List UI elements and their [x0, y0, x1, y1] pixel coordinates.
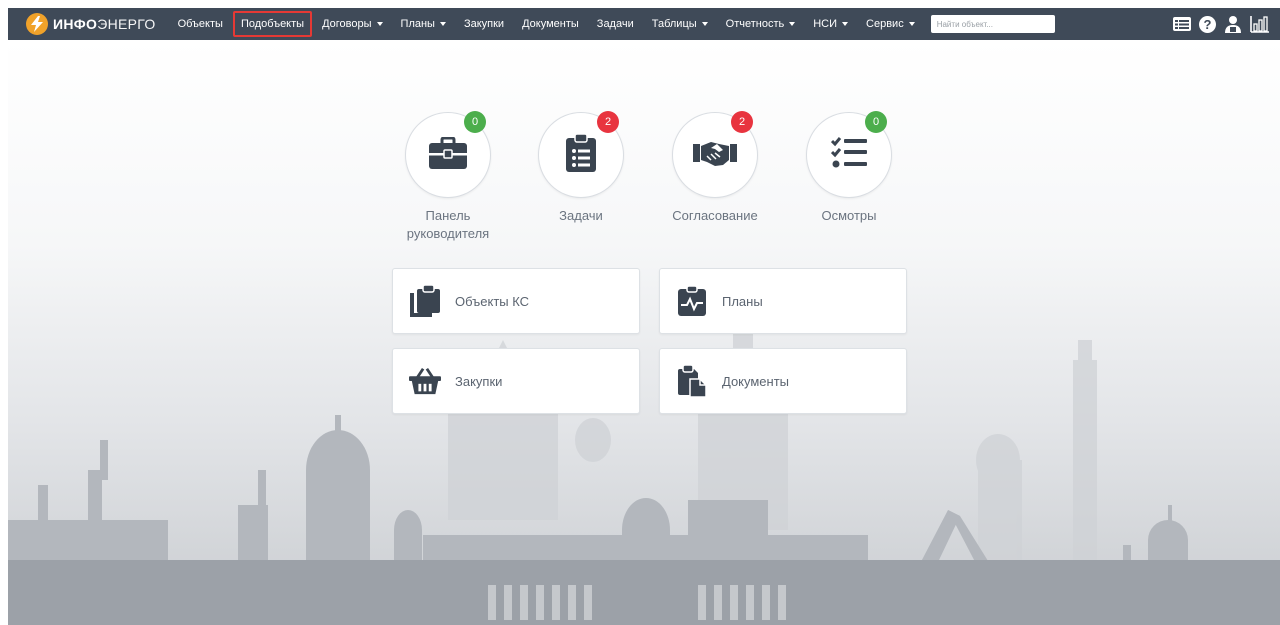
notification-badge: 0: [464, 111, 486, 133]
nav-contracts-label: Договоры: [322, 18, 372, 30]
caret-down-icon: [376, 22, 383, 26]
quick-link-manager-panel[interactable]: 0 Панель руководителя: [393, 111, 503, 243]
tile-label: Планы: [722, 293, 763, 309]
tile-documents[interactable]: Документы: [659, 348, 907, 414]
logo-text-bold: ИНФО: [53, 16, 98, 32]
quick-link-circle: 2: [672, 111, 758, 198]
nav-plans[interactable]: Планы: [393, 11, 454, 37]
tile-purchases[interactable]: Закупки: [392, 348, 640, 414]
nav-tables-label: Таблицы: [651, 18, 697, 30]
quick-link-inspections[interactable]: 0 Осмотры: [794, 111, 904, 225]
nav-tasks-label: Задачи: [596, 18, 634, 30]
tile-label: Документы: [722, 373, 790, 389]
nav-service-label: Сервис: [866, 18, 904, 30]
nav-reports-label: Отчетность: [725, 18, 785, 30]
quick-link-label: Панель руководителя: [406, 208, 490, 241]
nav-purchases-label: Закупки: [463, 18, 505, 30]
briefcase-icon: [429, 136, 467, 174]
checklist-icon: [830, 136, 867, 175]
nav-plans-label: Планы: [400, 18, 435, 30]
quick-link-label: Согласование: [672, 208, 758, 223]
nav-objects-label: Объекты: [177, 18, 223, 30]
quick-link-approval[interactable]: 2 Согласование: [660, 111, 770, 225]
main-menu: Объекты Подобъекты Договоры Планы Закупк…: [170, 8, 1055, 40]
nav-subobjects-label: Подобъекты: [240, 18, 305, 30]
quick-link-label: Задачи: [559, 208, 603, 223]
nav-documents[interactable]: Документы: [514, 11, 587, 37]
notification-badge: 0: [865, 111, 887, 133]
caret-down-icon: [908, 22, 915, 26]
chart-icon[interactable]: [1250, 15, 1270, 33]
tile-label: Объекты КС: [455, 293, 530, 309]
nav-purchases[interactable]: Закупки: [456, 11, 512, 37]
pulse-chart-icon: [676, 286, 708, 316]
help-icon[interactable]: ?: [1199, 15, 1216, 33]
quick-link-tasks[interactable]: 2 Задачи: [526, 111, 636, 225]
app-logo[interactable]: ИНФОЭНЕРГО: [26, 13, 156, 35]
page: ИНФОЭНЕРГО Объекты Подобъекты Договоры П…: [0, 0, 1280, 625]
nav-service[interactable]: Сервис: [858, 11, 923, 37]
nav-nsi[interactable]: НСИ: [805, 11, 856, 37]
tile-label: Закупки: [455, 373, 503, 389]
notification-badge: 2: [731, 111, 753, 133]
search-input[interactable]: [930, 15, 1055, 33]
logo-text-light: ЭНЕРГО: [97, 16, 156, 32]
clipboard-copy-icon: [409, 285, 441, 317]
notification-badge: 2: [597, 111, 619, 133]
quick-links: 0 Панель руководителя 2 Задачи 2 Согласо…: [0, 111, 1280, 243]
quick-link-circle: 2: [538, 111, 624, 198]
navbar-right-icons: ?: [1165, 8, 1270, 40]
nav-nsi-label: НСИ: [813, 18, 838, 30]
list-icon[interactable]: [1173, 17, 1191, 31]
basket-icon: [409, 367, 441, 395]
handshake-icon: [693, 138, 737, 173]
quick-link-circle: 0: [806, 111, 892, 198]
caret-down-icon: [842, 22, 849, 26]
logo-text: ИНФОЭНЕРГО: [53, 16, 156, 32]
nav-contracts[interactable]: Договоры: [314, 11, 390, 37]
tile-objects-ks[interactable]: Объекты КС: [392, 268, 640, 334]
nav-reports[interactable]: Отчетность: [718, 11, 804, 37]
caret-down-icon: [789, 22, 796, 26]
lightning-logo-icon: [26, 13, 48, 35]
quick-link-circle: 0: [405, 111, 491, 198]
nav-tasks[interactable]: Задачи: [589, 11, 642, 37]
top-navbar: ИНФОЭНЕРГО Объекты Подобъекты Договоры П…: [8, 8, 1280, 40]
nav-objects[interactable]: Объекты: [170, 11, 231, 37]
nav-subobjects[interactable]: Подобъекты: [232, 11, 313, 37]
nav-documents-label: Документы: [522, 18, 579, 30]
quick-link-label: Осмотры: [821, 208, 877, 223]
documents-icon: [676, 365, 708, 397]
svg-text:?: ?: [1204, 17, 1212, 32]
clipboard-list-icon: [566, 132, 596, 177]
user-icon[interactable]: [1224, 15, 1242, 33]
caret-down-icon: [701, 22, 708, 26]
tile-plans[interactable]: Планы: [659, 268, 907, 334]
nav-tables[interactable]: Таблицы: [644, 11, 716, 37]
caret-down-icon: [439, 22, 446, 26]
